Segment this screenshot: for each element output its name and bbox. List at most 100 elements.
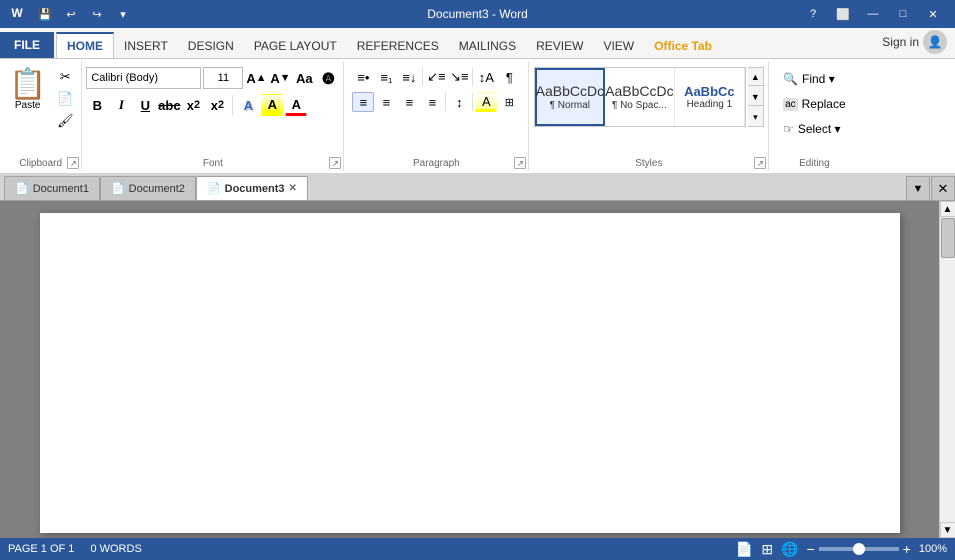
document-area[interactable] [0, 201, 939, 538]
styles-expand[interactable]: ↗ [754, 157, 766, 169]
font-expand[interactable]: ↗ [329, 157, 341, 169]
styles-scroll-up[interactable]: ▲ [748, 68, 763, 86]
zoom-handle[interactable] [853, 543, 865, 555]
paste-icon: 📋 [9, 70, 46, 100]
tab-office[interactable]: Office Tab [644, 32, 722, 58]
styles-scroll-down[interactable]: ▼ [748, 88, 763, 106]
word-icon: W [8, 3, 26, 26]
style-normal[interactable]: AaBbCcDc ¶ Normal [535, 68, 605, 126]
strikethrough-btn[interactable]: abc [158, 94, 180, 116]
doc2-label: Document2 [129, 183, 185, 195]
undo-quick-btn[interactable]: ↩ [60, 3, 82, 25]
help-btn[interactable]: ? [799, 4, 827, 24]
maximize-btn[interactable]: □ [889, 4, 917, 24]
underline-button[interactable]: U [134, 94, 156, 116]
clear-format-btn[interactable]: 🅐 [317, 67, 339, 89]
multilevel-btn[interactable]: ≡↓ [398, 67, 420, 87]
show-marks-btn[interactable]: ¶ [498, 67, 520, 87]
save-quick-btn[interactable]: 💾 [34, 3, 56, 25]
tab-review[interactable]: REVIEW [526, 32, 593, 58]
view-web-icon[interactable]: 🌐 [781, 541, 798, 558]
zoom-level: 100% [919, 543, 947, 555]
replace-icon: ac [783, 98, 798, 111]
find-button[interactable]: 🔍 Find ▾ [776, 67, 842, 91]
paragraph-expand[interactable]: ↗ [514, 157, 526, 169]
tab-close-all-btn[interactable]: ✕ [931, 176, 955, 200]
line-spacing-btn[interactable]: ↕ [448, 92, 470, 112]
tab-file[interactable]: FILE [0, 32, 54, 58]
tab-home[interactable]: HOME [56, 32, 114, 58]
paragraph-row2: ≡ ≡ ≡ ≡ ↕ A ⊞ [352, 92, 520, 112]
doc3-close[interactable]: ✕ [289, 183, 297, 194]
tab-view[interactable]: VIEW [593, 32, 644, 58]
align-left-btn[interactable]: ≡ [352, 92, 374, 112]
minimize-btn[interactable]: — [859, 4, 887, 24]
bold-button[interactable]: B [86, 94, 108, 116]
ribbon-toggle-btn[interactable]: ⬜ [829, 4, 857, 24]
sign-in-btn[interactable]: Sign in 👤 [874, 26, 955, 58]
format-painter-button[interactable]: 🖌 [53, 111, 77, 131]
style-no-spacing[interactable]: AaBbCcDc ¶ No Spac... [605, 68, 675, 126]
text-effects-btn[interactable]: A [237, 94, 259, 116]
zoom-out-btn[interactable]: − [806, 541, 814, 557]
numbering-btn[interactable]: ≡₁ [375, 67, 397, 87]
font-group-label: Font [82, 158, 343, 169]
align-right-btn[interactable]: ≡ [398, 92, 420, 112]
borders-btn[interactable]: ⊞ [498, 92, 520, 112]
scroll-down-btn[interactable]: ▼ [940, 522, 955, 538]
quick-access-toolbar: W 💾 ↩ ↪ ▾ [8, 3, 134, 26]
user-avatar: 👤 [923, 30, 947, 54]
highlight-btn[interactable]: A [261, 94, 283, 116]
copy-button[interactable]: 📄 [53, 89, 77, 109]
styles-group: AaBbCcDc ¶ Normal AaBbCcDc ¶ No Spac... … [529, 61, 769, 171]
sort-btn[interactable]: ↕A [475, 67, 497, 87]
doc-tab-3[interactable]: 📄 Document3 ✕ [196, 176, 308, 200]
doc2-icon: 📄 [111, 182, 125, 195]
view-print-icon[interactable]: 📄 [736, 541, 753, 558]
scroll-thumb[interactable] [941, 218, 955, 258]
window-controls: ? ⬜ — □ ✕ [799, 4, 947, 24]
increase-indent-btn[interactable]: ↘≡ [448, 67, 470, 87]
align-center-btn[interactable]: ≡ [375, 92, 397, 112]
tab-references[interactable]: REFERENCES [347, 32, 449, 58]
tab-insert[interactable]: INSERT [114, 32, 178, 58]
bullets-btn[interactable]: ≡• [352, 67, 374, 87]
tab-design[interactable]: DESIGN [178, 32, 244, 58]
style-nospace-name: ¶ No Spac... [612, 100, 667, 111]
font-size-input[interactable] [203, 67, 243, 89]
document-page[interactable] [40, 213, 900, 533]
view-fullscreen-icon[interactable]: ⊞ [761, 541, 773, 558]
subscript-btn[interactable]: x2 [182, 94, 204, 116]
scroll-track[interactable] [940, 217, 955, 522]
doc-tab-2[interactable]: 📄 Document2 [100, 176, 196, 200]
cut-button[interactable]: ✂ [53, 67, 77, 87]
zoom-in-btn[interactable]: + [903, 541, 911, 557]
replace-button[interactable]: ac Replace [776, 92, 853, 116]
paste-button[interactable]: 📋 Paste [4, 67, 51, 131]
close-btn[interactable]: ✕ [919, 4, 947, 24]
scroll-up-btn[interactable]: ▲ [940, 201, 955, 217]
font-format-row: B I U abc x2 x2 A A A [86, 94, 307, 116]
justify-btn[interactable]: ≡ [421, 92, 443, 112]
decrease-indent-btn[interactable]: ↙≡ [425, 67, 447, 87]
zoom-slider[interactable] [819, 547, 899, 551]
grow-font-btn[interactable]: A▲ [245, 67, 267, 89]
styles-more[interactable]: ▾ [748, 108, 763, 126]
clipboard-expand[interactable]: ↗ [67, 157, 79, 169]
font-color-btn[interactable]: A [285, 94, 307, 116]
superscript-btn[interactable]: x2 [206, 94, 228, 116]
italic-button[interactable]: I [110, 94, 132, 116]
change-case-btn[interactable]: Aa [293, 67, 315, 89]
shading-btn[interactable]: A [475, 92, 497, 112]
status-bar: PAGE 1 OF 1 0 WORDS 📄 ⊞ 🌐 − + 100% [0, 538, 955, 560]
tab-mailings[interactable]: MAILINGS [449, 32, 526, 58]
style-heading1[interactable]: AaBbCc Heading 1 [675, 68, 745, 126]
doc-tab-1[interactable]: 📄 Document1 [4, 176, 100, 200]
tab-nav-btn[interactable]: ▼ [906, 176, 930, 200]
font-name-input[interactable] [86, 67, 201, 89]
redo-quick-btn[interactable]: ↪ [86, 3, 108, 25]
tab-page-layout[interactable]: PAGE LAYOUT [244, 32, 347, 58]
customize-quick-btn[interactable]: ▾ [112, 3, 134, 25]
shrink-font-btn[interactable]: A▼ [269, 67, 291, 89]
select-button[interactable]: ☞ Select ▾ [776, 117, 847, 141]
